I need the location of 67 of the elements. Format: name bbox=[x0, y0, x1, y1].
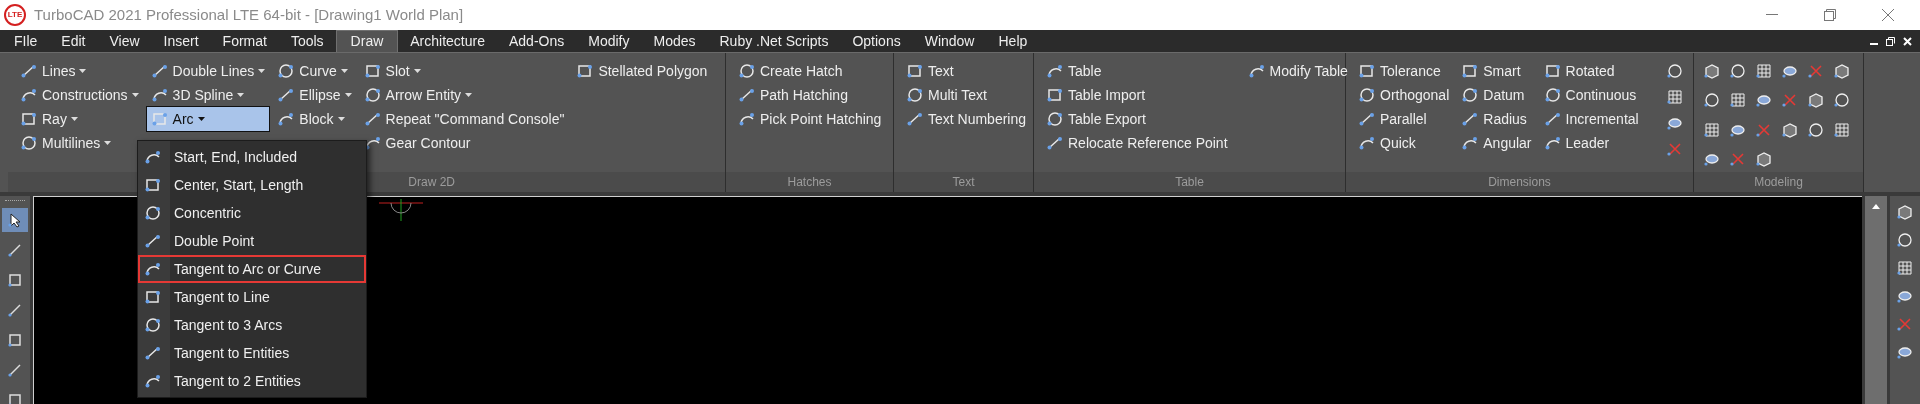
ribbon-button[interactable]: Quick bbox=[1354, 131, 1454, 155]
window-title: TurboCAD 2021 Professional LTE 64-bit - [Drawing1 World Plan] bbox=[34, 4, 464, 25]
menu-item[interactable]: Add-Ons bbox=[497, 30, 577, 52]
ribbon-button[interactable]: Path Hatching bbox=[734, 83, 886, 107]
menu-item[interactable]: Ruby .Net Scripts bbox=[707, 30, 841, 52]
menu-item[interactable]: FIle bbox=[2, 30, 50, 52]
ribbon-button[interactable]: Table Export bbox=[1042, 107, 1232, 131]
app-logo: LTE bbox=[4, 4, 26, 26]
menu-item[interactable]: Tangent to Line bbox=[138, 283, 366, 311]
menu-item[interactable]: Tangent to Arc or Curve bbox=[138, 255, 366, 283]
ribbon-button[interactable]: Leader bbox=[1539, 131, 1643, 155]
ribbon-button[interactable]: Ray bbox=[16, 107, 143, 131]
ribbon-button[interactable]: Incremental bbox=[1539, 107, 1643, 131]
ribbon-button[interactable]: Text Numbering bbox=[902, 107, 1031, 131]
ribbon-button[interactable]: Stellated Polygon bbox=[572, 59, 712, 83]
ribbon-button[interactable]: Modify Table bbox=[1243, 59, 1352, 83]
menu-item[interactable]: Options bbox=[840, 30, 913, 52]
group-label: Table bbox=[1175, 174, 1204, 191]
menu-item[interactable]: Window bbox=[912, 30, 987, 52]
menu-item[interactable]: Tools bbox=[278, 30, 336, 52]
ribbon-button[interactable]: Rotated bbox=[1539, 59, 1643, 83]
ribbon-button[interactable]: Curve bbox=[273, 59, 356, 83]
menu-item[interactable]: Concentric bbox=[138, 199, 366, 227]
menu-item[interactable]: View bbox=[97, 30, 152, 52]
ribbon-button[interactable]: Table bbox=[1042, 59, 1232, 83]
ribbon-button[interactable]: Arc bbox=[146, 107, 270, 131]
ribbon-button[interactable]: Lines bbox=[16, 59, 143, 83]
menu-item[interactable]: Help bbox=[986, 30, 1040, 52]
menu-item[interactable]: Format bbox=[210, 30, 279, 52]
menu-item[interactable]: Modes bbox=[641, 30, 708, 52]
ribbon-button[interactable]: Continuous bbox=[1539, 83, 1643, 107]
ribbon-button[interactable]: Multi Text bbox=[902, 83, 1031, 107]
ribbon-button[interactable]: Orthogonal bbox=[1354, 83, 1454, 107]
ribbon-button[interactable]: Radius bbox=[1457, 107, 1536, 131]
ribbon-button[interactable]: Angular bbox=[1457, 131, 1536, 155]
menu-item[interactable]: Insert bbox=[151, 30, 211, 52]
group-label: Hatches bbox=[787, 174, 832, 191]
ribbon-button[interactable]: Block bbox=[273, 107, 356, 131]
group-label: Text bbox=[952, 174, 975, 191]
ribbon-button[interactable]: Smart bbox=[1457, 59, 1536, 83]
ribbon-button[interactable]: Repeat "Command Console" bbox=[359, 107, 569, 131]
menu-item[interactable]: Edit bbox=[49, 30, 98, 52]
ribbon-button[interactable]: Ellipse bbox=[273, 83, 356, 107]
menu-item[interactable]: Modify bbox=[576, 30, 642, 52]
ribbon-button[interactable]: Datum bbox=[1457, 83, 1536, 107]
group-label: Draw 2D bbox=[408, 174, 455, 191]
ribbon-button[interactable]: Relocate Reference Point bbox=[1042, 131, 1232, 155]
ribbon-button[interactable]: Parallel bbox=[1354, 107, 1454, 131]
menu-item[interactable]: Draw bbox=[335, 30, 399, 52]
ribbon-button[interactable]: Arrow Entity bbox=[359, 83, 569, 107]
menu-item[interactable]: Double Point bbox=[138, 227, 366, 255]
ribbon-button[interactable]: Tolerance bbox=[1354, 59, 1454, 83]
menu-item[interactable]: Center, Start, Length bbox=[138, 171, 366, 199]
ribbon-button[interactable]: 3D Spline bbox=[146, 83, 270, 107]
group-label: Modeling bbox=[1754, 174, 1803, 191]
ribbon-button[interactable]: Table Import bbox=[1042, 83, 1232, 107]
ribbon-button[interactable]: Double Lines bbox=[146, 59, 270, 83]
menu-item[interactable]: Tangent to 3 Arcs bbox=[138, 311, 366, 339]
ribbon-button[interactable]: Slot bbox=[359, 59, 569, 83]
ribbon-button[interactable]: Pick Point Hatching bbox=[734, 107, 886, 131]
menu-item[interactable]: Architecture bbox=[398, 30, 497, 52]
group-label: Dimensions bbox=[1488, 174, 1551, 191]
ribbon-button[interactable]: Create Hatch bbox=[734, 59, 886, 83]
ribbon-button[interactable]: Constructions bbox=[16, 83, 143, 107]
menu-item[interactable]: Tangent to Entities bbox=[138, 339, 366, 367]
menu-item[interactable]: Tangent to 2 Entities bbox=[138, 367, 366, 395]
ribbon-button[interactable]: Text bbox=[902, 59, 1031, 83]
